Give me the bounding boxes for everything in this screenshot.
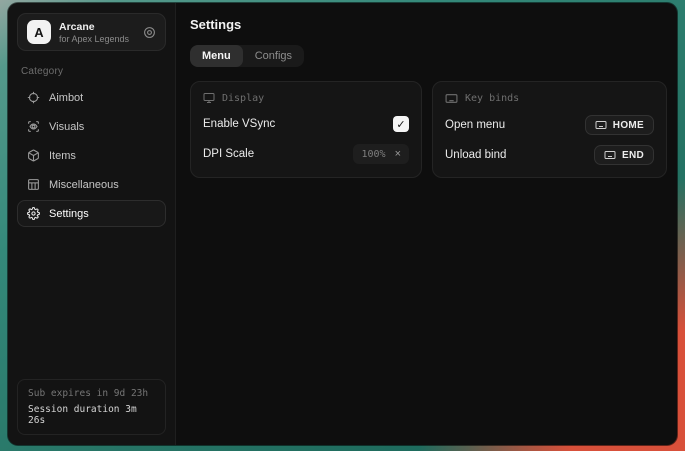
clear-icon[interactable]: × — [395, 149, 401, 160]
grid-icon — [27, 178, 40, 191]
brand-card: A Arcane for Apex Legends — [17, 13, 166, 51]
sidebar-item-settings[interactable]: Settings — [17, 200, 166, 227]
unload-bind-keybind[interactable]: END — [594, 145, 654, 165]
page-title: Settings — [190, 17, 667, 32]
sidebar-item-miscellaneous[interactable]: Miscellaneous — [17, 171, 166, 198]
keyboard-icon — [604, 149, 616, 161]
tab-group: Menu Configs — [190, 45, 304, 67]
app-name: Arcane — [59, 21, 127, 33]
tab-configs[interactable]: Configs — [243, 45, 304, 67]
app-logo: A — [27, 20, 51, 44]
sidebar-item-aimbot[interactable]: Aimbot — [17, 84, 166, 111]
gear-icon — [27, 207, 40, 220]
sidebar-item-items[interactable]: Items — [17, 142, 166, 169]
unload-bind-row: Unload bind END — [445, 145, 654, 165]
sidebar-nav: Aimbot Visuals — [17, 84, 166, 227]
keybinds-card-header: Key binds — [445, 92, 654, 105]
vsync-checkbox[interactable]: ✓ — [393, 116, 409, 132]
sidebar-item-label: Visuals — [49, 121, 84, 133]
display-card: Display Enable VSync ✓ DPI Scale 100% × — [190, 81, 422, 178]
unload-bind-label: Unload bind — [445, 149, 506, 161]
dpi-scale-input[interactable]: 100% × — [353, 144, 409, 164]
keyboard-icon — [445, 92, 458, 105]
dpi-scale-row: DPI Scale 100% × — [203, 144, 409, 164]
brand-text: Arcane for Apex Legends — [59, 21, 127, 44]
sub-expiry-text: Sub expires in 9d 23h — [28, 388, 155, 399]
cube-icon — [27, 149, 40, 162]
crosshair-icon — [27, 91, 40, 104]
keybinds-card-title: Key binds — [465, 93, 519, 104]
keybinds-card: Key binds Open menu HOME — [432, 81, 667, 178]
vsync-row: Enable VSync ✓ — [203, 114, 409, 134]
main-content: Settings Menu Configs Display — [176, 3, 677, 445]
subscription-card: Sub expires in 9d 23h Session duration 3… — [17, 379, 166, 435]
category-label: Category — [21, 66, 162, 77]
open-menu-label: Open menu — [445, 119, 505, 131]
display-card-header: Display — [203, 92, 409, 104]
sidebar-item-label: Settings — [49, 208, 89, 220]
open-menu-row: Open menu HOME — [445, 115, 654, 135]
tab-menu[interactable]: Menu — [190, 45, 243, 67]
dpi-scale-value: 100% — [361, 149, 385, 160]
display-card-title: Display — [222, 93, 264, 104]
dpi-scale-label: DPI Scale — [203, 148, 254, 160]
keyboard-icon — [595, 119, 607, 131]
session-duration-text: Session duration 3m 26s — [28, 404, 155, 426]
sidebar-item-label: Miscellaneous — [49, 179, 119, 191]
eye-icon — [27, 120, 40, 133]
open-menu-key: HOME — [613, 120, 644, 131]
unload-bind-key: END — [622, 150, 644, 161]
app-subtitle: for Apex Legends — [59, 34, 127, 44]
vsync-label: Enable VSync — [203, 118, 275, 130]
sidebar-item-label: Items — [49, 150, 76, 162]
monitor-icon — [203, 92, 215, 104]
sidebar: A Arcane for Apex Legends Category — [8, 3, 176, 445]
target-icon[interactable] — [143, 26, 156, 39]
sidebar-item-label: Aimbot — [49, 92, 83, 104]
open-menu-keybind[interactable]: HOME — [585, 115, 654, 135]
app-window: A Arcane for Apex Legends Category — [8, 3, 677, 445]
cards-row: Display Enable VSync ✓ DPI Scale 100% × — [190, 81, 667, 178]
sidebar-item-visuals[interactable]: Visuals — [17, 113, 166, 140]
